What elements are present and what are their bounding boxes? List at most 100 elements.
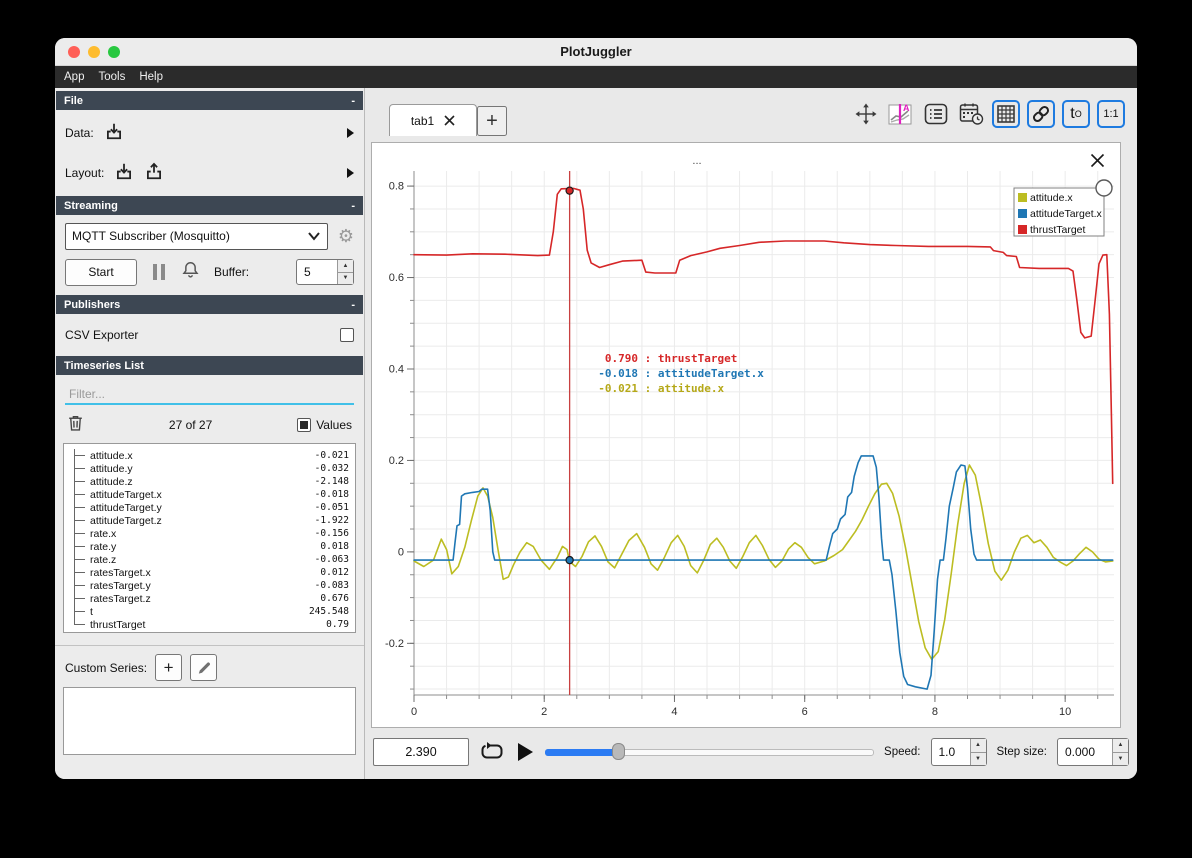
spin-up-icon[interactable]: ▲ (338, 260, 353, 273)
zoom-window-button[interactable] (108, 46, 120, 58)
timeseries-name: attitudeTarget.x (90, 488, 162, 501)
tab-close-icon[interactable] (444, 115, 455, 126)
timeseries-value: -0.032 (314, 463, 349, 474)
timeseries-item[interactable]: attitudeTarget.x -0.018 (66, 488, 349, 501)
plot-panel: tab1 + A t O 1:1 0 2 4 6 8 10 0.8 0.6 0.… (365, 88, 1137, 779)
timeseries-item[interactable]: attitudeTarget.z -1.922 (66, 514, 349, 527)
collapse-icon[interactable]: - (351, 95, 355, 107)
plot-close-icon[interactable] (1088, 151, 1106, 169)
csv-exporter-checkbox[interactable] (340, 328, 354, 342)
link-axes-icon[interactable] (1027, 100, 1055, 128)
pause-icon[interactable] (153, 264, 165, 280)
timeseries-name: t (90, 605, 93, 618)
timeseries-item[interactable]: ratesTarget.x 0.012 (66, 566, 349, 579)
filter-input[interactable] (65, 385, 354, 403)
timeline-slider[interactable] (545, 743, 875, 761)
tab-tab1[interactable]: tab1 (389, 104, 477, 136)
spin-up-icon[interactable]: ▲ (970, 739, 986, 753)
menu-item-app[interactable]: App (64, 71, 84, 83)
menu-item-tools[interactable]: Tools (98, 71, 125, 83)
file-section-header[interactable]: File - (56, 91, 363, 110)
add-custom-series-button[interactable]: + (155, 654, 183, 681)
datetime-icon[interactable] (957, 100, 985, 128)
delete-trash-icon[interactable] (67, 414, 84, 437)
play-icon[interactable] (515, 741, 535, 763)
timeseries-name: thrustTarget (90, 618, 146, 631)
timeseries-item[interactable]: rate.x -0.156 (66, 527, 349, 540)
slider-handle[interactable] (612, 743, 626, 760)
add-tab-button[interactable]: + (477, 106, 507, 136)
legend-label: attitudeTarget.x (1030, 208, 1103, 220)
timeseries-item[interactable]: attitude.z -2.148 (66, 475, 349, 488)
close-window-button[interactable] (68, 46, 80, 58)
timeseries-item[interactable]: thrustTarget 0.79 (66, 618, 349, 631)
spin-down-icon[interactable]: ▼ (970, 752, 986, 765)
move-arrows-icon[interactable] (852, 100, 880, 128)
buffer-label: Buffer: (214, 265, 250, 279)
layout-expand-arrow[interactable] (347, 168, 354, 178)
loop-icon[interactable] (479, 741, 505, 763)
current-time-field[interactable]: 2.390 (373, 738, 469, 766)
data-label: Data: (65, 126, 94, 140)
streaming-settings-gear-icon[interactable]: ⚙ (338, 227, 354, 245)
timeseries-item[interactable]: t 245.548 (66, 605, 349, 618)
collapse-icon[interactable]: - (351, 299, 355, 311)
timeseries-value: -1.922 (314, 515, 349, 526)
timeseries-listbox[interactable]: attitude.x -0.021 attitude.y -0.032 attitude… (63, 443, 356, 633)
custom-series-label: Custom Series: (65, 660, 148, 675)
data-expand-arrow[interactable] (347, 128, 354, 138)
x-tick-label: 0 (411, 706, 417, 718)
legend-list-icon[interactable] (922, 100, 950, 128)
timeseries-item[interactable]: attitude.x -0.021 (66, 449, 349, 462)
collapse-icon[interactable]: - (351, 200, 355, 212)
timeseries-name: attitudeTarget.y (90, 501, 162, 514)
buffer-spinbox[interactable]: 5 ▲ ▼ (296, 259, 354, 285)
timeseries-value: -0.051 (314, 502, 349, 513)
timeseries-item[interactable]: attitudeTarget.y -0.051 (66, 501, 349, 514)
timeseries-value: -0.083 (314, 580, 349, 591)
curve-tracker-style-icon[interactable]: A (887, 100, 915, 128)
menu-item-help[interactable]: Help (139, 71, 163, 83)
grid-layout-icon[interactable] (992, 100, 1020, 128)
timeseries-name: attitude.z (90, 475, 133, 488)
timeseries-name: rate.y (90, 540, 117, 553)
tracker-readout: 0.790 : thrustTarget -0.018 : attitudeTar… (592, 351, 764, 396)
timeseries-item[interactable]: rate.y 0.018 (66, 540, 349, 553)
x-tick-label: 4 (671, 706, 677, 718)
publishers-section-header[interactable]: Publishers - (56, 295, 363, 314)
load-data-icon[interactable] (104, 121, 124, 146)
timeseries-name: attitude.x (90, 449, 133, 462)
spin-up-icon[interactable]: ▲ (1113, 739, 1128, 753)
spin-down-icon[interactable]: ▼ (338, 272, 353, 284)
timeseries-item[interactable]: ratesTarget.y -0.083 (66, 579, 349, 592)
ratio-1-1-icon[interactable]: 1:1 (1097, 100, 1125, 128)
minimize-window-button[interactable] (88, 46, 100, 58)
values-checkbox[interactable] (297, 418, 312, 432)
x-tick-label: 8 (932, 706, 938, 718)
speed-spinbox[interactable]: 1.0 ▲ ▼ (930, 738, 987, 766)
tracker-line: 0.790 : thrustTarget (604, 352, 738, 365)
timeseries-item[interactable]: rate.z -0.063 (66, 553, 349, 566)
start-button[interactable]: Start (65, 258, 137, 286)
streaming-section-header[interactable]: Streaming - (56, 196, 363, 215)
load-layout-icon[interactable] (114, 161, 134, 186)
spin-down-icon[interactable]: ▼ (1113, 752, 1128, 765)
timeseries-name: ratesTarget.y (90, 579, 151, 592)
t0-reset-time-icon[interactable]: tO (1062, 100, 1090, 128)
series-thrustTarget (413, 187, 1114, 485)
chart-canvas[interactable]: 0 2 4 6 8 10 0.8 0.6 0.4 0.2 0 -0.2... attitude.x att… (372, 143, 1122, 729)
plot-widget[interactable]: 0 2 4 6 8 10 0.8 0.6 0.4 0.2 0 -0.2... attitude.x att… (371, 142, 1121, 728)
custom-series-listbox[interactable] (63, 687, 356, 755)
notifications-bell-icon[interactable] (181, 260, 200, 284)
legend-handle-circle[interactable] (1095, 179, 1113, 197)
step-size-spinbox[interactable]: 0.000 ▲ ▼ (1057, 738, 1129, 766)
streaming-source-select[interactable]: MQTT Subscriber (Mosquitto) (65, 222, 328, 250)
menu-bar: App Tools Help (55, 66, 1137, 88)
timeseries-item[interactable]: attitude.y -0.032 (66, 462, 349, 475)
edit-custom-series-button[interactable] (190, 654, 218, 681)
timeseries-section-header[interactable]: Timeseries List (56, 356, 363, 375)
plotjuggler-window: PlotJuggler App Tools Help File - Data: La… (55, 38, 1137, 779)
plot-toolbar: A t O 1:1 (852, 100, 1125, 128)
timeseries-item[interactable]: ratesTarget.z 0.676 (66, 592, 349, 605)
save-layout-icon[interactable] (144, 161, 164, 186)
